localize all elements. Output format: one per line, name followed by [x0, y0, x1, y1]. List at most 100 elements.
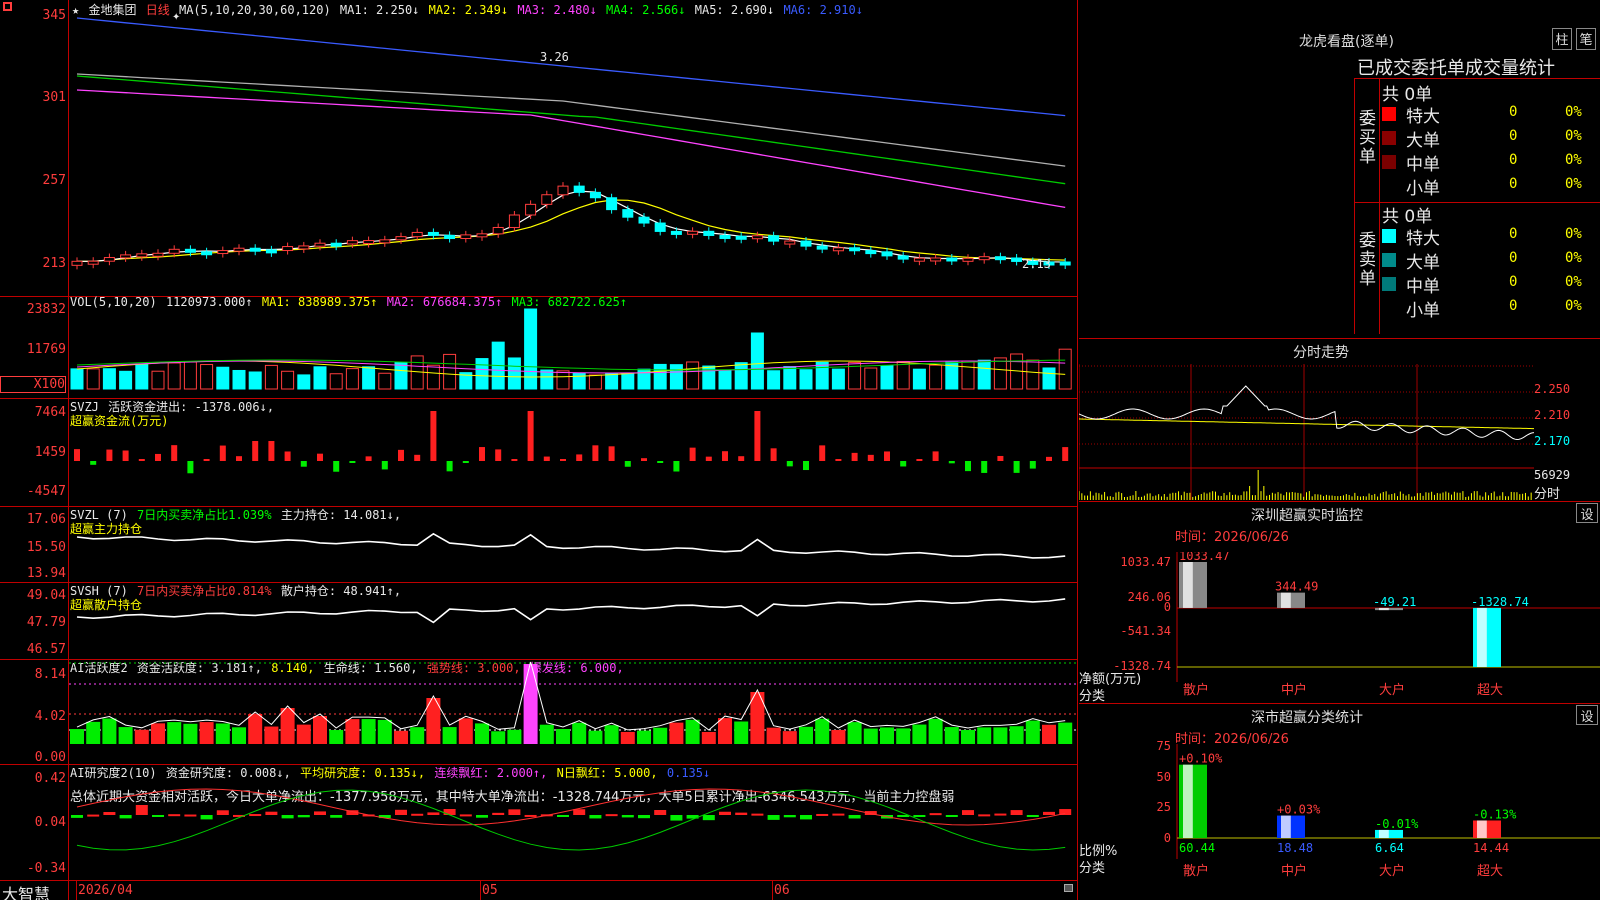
activity-bar [215, 723, 230, 744]
intraday-price: 2.170 [1534, 434, 1571, 448]
flow-bar [317, 453, 323, 461]
vol-unit: X100 [0, 376, 66, 393]
monitor-time: 时间：2026/06/26 [1175, 530, 1289, 545]
candle [1059, 261, 1071, 266]
activity-bar [491, 731, 506, 744]
avg-research-line [76, 789, 1066, 851]
volume-bar [135, 364, 149, 390]
volume-bar [119, 370, 133, 390]
volume-bar [216, 366, 230, 390]
candle [978, 256, 990, 261]
category-label: 特大 [1406, 107, 1440, 127]
research-bar [945, 815, 958, 817]
dragon-bar-button[interactable]: 柱 [1552, 28, 1572, 50]
dragon-title: 龙虎看盘(逐单) [1299, 34, 1394, 50]
research-bar [929, 813, 942, 816]
volume-bar [232, 369, 246, 390]
ai-active-chart[interactable] [69, 660, 1078, 764]
flow-bar [884, 451, 890, 461]
activity-bar [847, 722, 862, 744]
candle [427, 231, 439, 236]
candle [201, 251, 213, 256]
bar-highlight [1379, 829, 1389, 838]
category-swatch [1382, 155, 1396, 169]
activity-bar [345, 719, 360, 744]
category-count: 0 [1509, 176, 1518, 192]
dragon-tick-button[interactable]: 笔 [1576, 28, 1596, 50]
candle [103, 257, 115, 262]
classify-settings-button[interactable]: 设 [1576, 705, 1598, 725]
activity-bar [977, 727, 992, 744]
flow-bar [479, 447, 485, 461]
change-label: -0.01% [1375, 817, 1419, 831]
activity-line [76, 661, 1066, 731]
flow-bar [219, 445, 226, 461]
volume-bar [475, 358, 489, 390]
bar-value-label: 60.44 [1179, 841, 1215, 855]
flow-bar [657, 461, 664, 463]
activity-bar [361, 719, 376, 744]
research-bar [152, 815, 164, 817]
research-bar [1026, 815, 1039, 817]
candle [444, 234, 456, 240]
classify-chart[interactable]: +0.10% 60.44 散户 +0.03% 18.48 中户 -0.01% 6.64 大户 -0… [1175, 744, 1600, 900]
activity-bar [766, 727, 781, 744]
axis-tick: 75 [1156, 739, 1171, 753]
intraday-price: 2.210 [1534, 408, 1571, 422]
svsh-chart[interactable] [69, 583, 1078, 659]
flow-bar [495, 449, 502, 461]
candle [265, 249, 277, 254]
category-label: 大户 [1379, 863, 1405, 879]
lock-icon[interactable] [1064, 884, 1073, 892]
category-pct: 0% [1565, 152, 1582, 168]
classify-xlabel: 分类 [1079, 861, 1106, 876]
intraday-vol: 56929 [1534, 468, 1571, 482]
volume-bar [443, 353, 457, 390]
avg-price-line [1079, 418, 1534, 430]
research-bar [1010, 810, 1023, 815]
ai-research-tick: 0.04 [34, 815, 66, 830]
volume-bar [864, 367, 878, 390]
research-bar [994, 813, 1007, 816]
svsh-tick: 47.79 [26, 615, 66, 630]
volume-bar [394, 361, 408, 390]
activity-bar [539, 724, 554, 744]
intraday-chart[interactable] [1079, 364, 1534, 500]
candle [217, 250, 229, 255]
activity-bar [232, 727, 246, 744]
flow-bar [106, 449, 113, 461]
svzj-tick: -4547 [26, 484, 66, 499]
research-bar [670, 815, 683, 821]
flow-bar [543, 456, 550, 461]
change-label: +0.03% [1277, 803, 1321, 817]
activity-bar [831, 729, 846, 744]
activity-bar [134, 729, 149, 744]
category-label: 大单 [1406, 131, 1440, 151]
volume-bar [669, 364, 683, 390]
activity-bar [329, 730, 344, 744]
activity-bar [507, 729, 522, 744]
price-tick: 213 [42, 256, 66, 271]
volume-bar [378, 372, 392, 390]
dragon-side-sep [1379, 78, 1380, 334]
research-bar [427, 812, 440, 815]
volume-bar [183, 361, 197, 390]
right-panel: 龙虎看盘(逐单) 柱 笔 已成交委托单成交量统计 委买单 共 0单 特大 0 0% 大… [1079, 0, 1600, 900]
left-chart-area[interactable]: ★ 金地集团 日线 MA(5,10,20,30,60,120) MA1: 2.2… [0, 0, 1078, 900]
activity-bar [637, 730, 651, 744]
activity-bar [928, 718, 943, 744]
volume-chart[interactable] [69, 297, 1078, 398]
price-tick: 345 [42, 8, 66, 23]
svzl-tick: 15.50 [26, 540, 66, 555]
volume-bar [572, 372, 586, 390]
intraday-price: 2.250 [1534, 382, 1571, 396]
monitor-chart[interactable]: 1033.47 散户 344.49 中户 -49.21 大户 -1328.74 超大 [1175, 552, 1600, 702]
svzj-chart[interactable] [69, 399, 1078, 506]
price-chart[interactable] [69, 0, 1078, 296]
svzl-chart[interactable] [69, 507, 1078, 582]
monitor-settings-button[interactable]: 设 [1576, 503, 1598, 523]
svsh-tick: 46.57 [26, 642, 66, 657]
ai-research-chart[interactable] [69, 765, 1078, 880]
svzj-tick: 1459 [34, 445, 66, 460]
price-line [1079, 385, 1534, 441]
